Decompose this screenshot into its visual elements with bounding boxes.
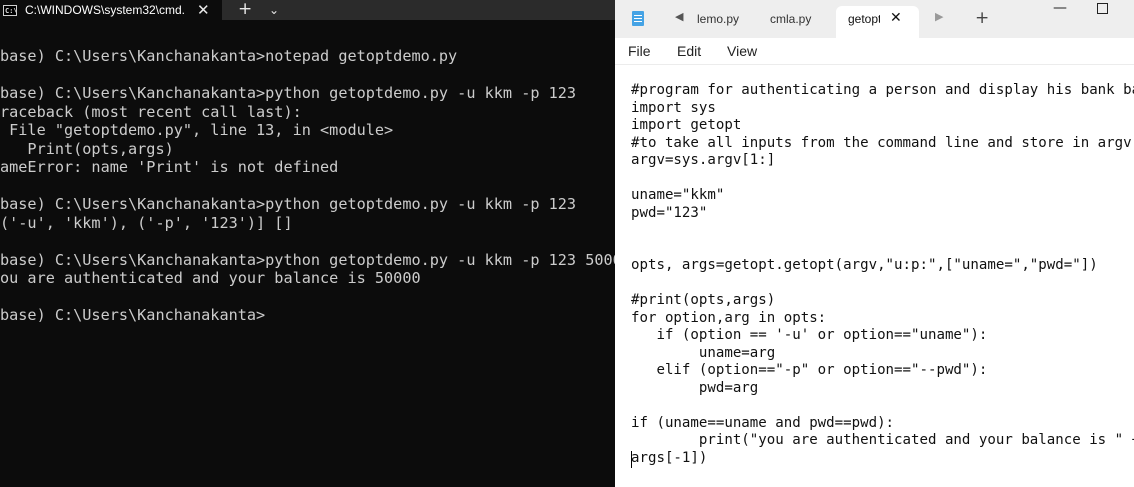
terminal-line: ou are authenticated and your balance is…: [0, 269, 421, 287]
close-icon[interactable]: ✕: [890, 6, 902, 31]
menu-file[interactable]: File: [628, 43, 651, 59]
code-line: #print(opts,args): [631, 292, 776, 308]
close-icon[interactable]: ✕: [197, 0, 210, 20]
tab-label: getoptdemo.py: [848, 12, 880, 26]
terminal-line: base) C:\Users\Kanchanakanta>: [0, 306, 266, 324]
chevron-down-icon[interactable]: ⌄: [269, 0, 279, 20]
terminal-titlebar[interactable]: C:\ C:\WINDOWS\system32\cmd. ✕ + ⌄: [0, 0, 615, 20]
tab-getoptdemo[interactable]: getoptdemo.py ✕: [836, 6, 919, 38]
text-editor[interactable]: #program for authenticating a person and…: [631, 82, 1134, 467]
code-line: if (option == '-u' or option=="uname"):: [631, 327, 988, 343]
terminal-line: base) C:\Users\Kanchanakanta>notepad get…: [0, 47, 458, 65]
menu-bar: File Edit View: [615, 38, 1134, 65]
menu-view[interactable]: View: [727, 43, 757, 59]
code-line: import sys: [631, 99, 716, 116]
tab-scroll-left-icon[interactable]: ◀: [675, 10, 683, 23]
tab-lemo[interactable]: lemo.py: [697, 6, 739, 38]
code-line: elif (option=="-p" or option=="--pwd"):: [631, 362, 988, 378]
terminal-output[interactable]: base) C:\Users\Kanchanakanta>notepad get…: [0, 47, 615, 325]
terminal-line: ameError: name 'Print' is not defined: [0, 158, 339, 176]
terminal-window[interactable]: C:\ C:\WINDOWS\system32\cmd. ✕ + ⌄ base)…: [0, 0, 615, 487]
code-line: opts, args=getopt.getopt(argv,"u:p:",["u…: [631, 257, 1098, 273]
code-line: uname=arg: [631, 344, 776, 361]
code-line: import getopt: [631, 117, 742, 133]
minimize-button[interactable]: —: [1053, 0, 1067, 16]
terminal-line: File "getoptdemo.py", line 13, in <modul…: [0, 121, 394, 139]
notepad-window[interactable]: ◀ lemo.py cmla.py getoptdemo.py ✕ ▶ + — …: [615, 0, 1134, 487]
tab-scroll-right-icon[interactable]: ▶: [935, 10, 943, 23]
maximize-button[interactable]: [1097, 3, 1108, 14]
code-line: #program for authenticating a person and…: [631, 82, 1134, 98]
code-line: #to take all inputs from the command lin…: [631, 134, 1132, 151]
code-line: for option,arg in opts:: [631, 309, 827, 326]
terminal-line: raceback (most recent call last):: [0, 102, 302, 121]
terminal-line: Print(opts,args): [0, 139, 174, 158]
text-caret: [631, 451, 632, 468]
code-line: pwd="123": [631, 204, 708, 221]
tab-cmla[interactable]: cmla.py: [770, 6, 811, 38]
code-line: args[-1]): [631, 449, 708, 466]
terminal-line: base) C:\Users\Kanchanakanta>python geto…: [0, 250, 615, 269]
menu-edit[interactable]: Edit: [677, 43, 701, 59]
code-line: if (uname==uname and pwd==pwd):: [631, 414, 895, 431]
new-tab-button[interactable]: +: [975, 8, 989, 28]
notepad-titlebar[interactable]: ◀ lemo.py cmla.py getoptdemo.py ✕ ▶ + —: [615, 0, 1134, 38]
code-line: print("you are authenticated and your ba…: [631, 432, 1134, 448]
terminal-tab[interactable]: C:\ C:\WINDOWS\system32\cmd. ✕: [0, 0, 222, 20]
new-tab-button[interactable]: +: [238, 0, 252, 18]
terminal-line: base) C:\Users\Kanchanakanta>python geto…: [0, 84, 577, 102]
code-line: pwd=arg: [631, 379, 759, 396]
code-line: argv=sys.argv[1:]: [631, 152, 776, 168]
terminal-line: base) C:\Users\Kanchanakanta>python geto…: [0, 195, 577, 213]
terminal-line: ('-u', 'kkm'), ('-p', '123')] []: [0, 213, 293, 232]
code-line: uname="kkm": [631, 187, 725, 203]
terminal-tab-title: C:\WINDOWS\system32\cmd.: [25, 3, 186, 17]
notepad-app-icon: [632, 11, 644, 26]
cmd-icon: C:\: [3, 4, 17, 16]
